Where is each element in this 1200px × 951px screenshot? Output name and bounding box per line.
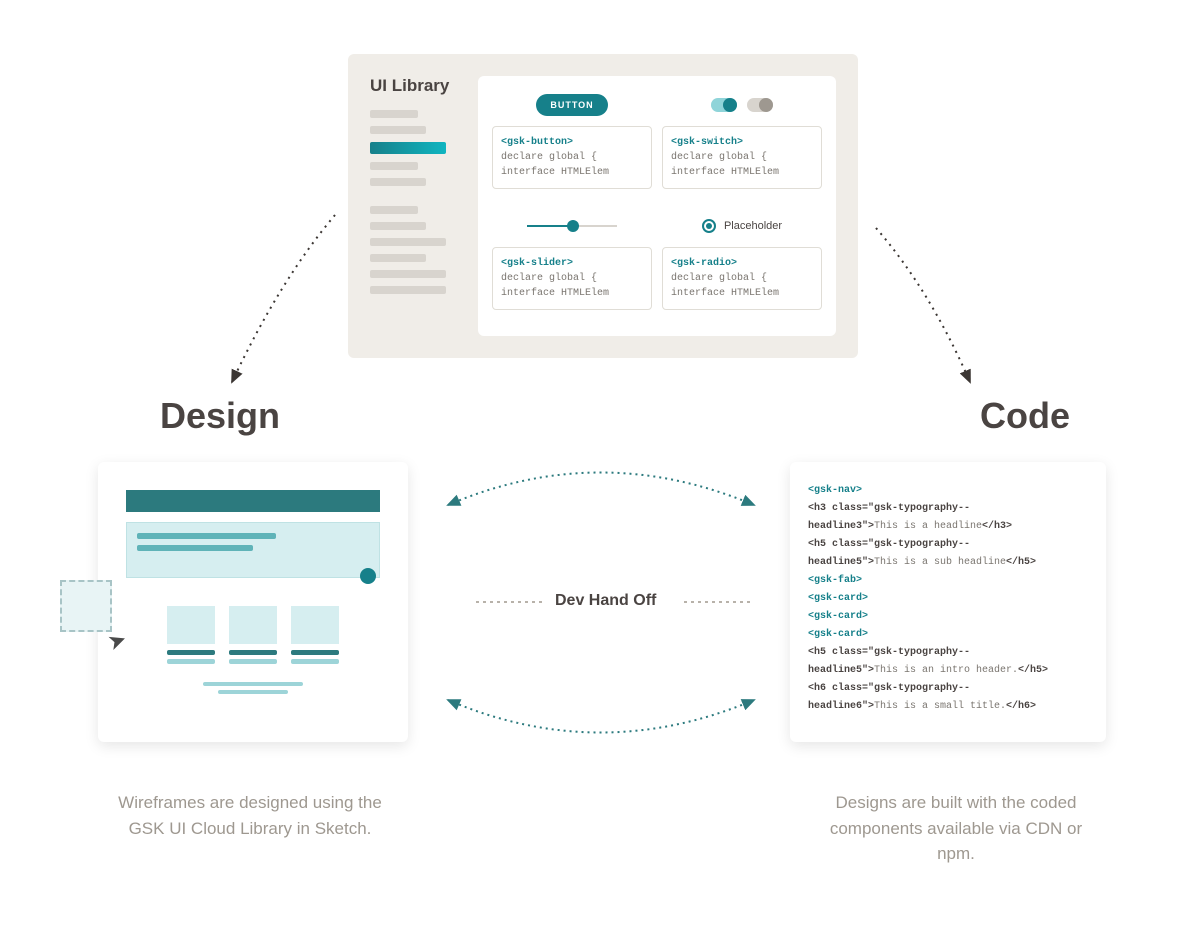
drag-component-box [60,580,112,632]
wireframe-line [137,533,276,539]
component-preview-slider [492,211,652,241]
arrow-design-code-top-icon [448,473,754,506]
wireframe-card [167,606,215,668]
design-caption: Wireframes are designed using the GSK UI… [110,790,390,841]
component-tag: <gsk-button> [501,135,643,150]
wireframe-footer [126,682,380,694]
code-line: headline3">This is a headline</h3> [808,518,1088,536]
switch-off-icon [747,98,773,112]
radio-icon [702,219,716,233]
component-card: <gsk-radio> declare global { interface H… [662,247,822,310]
slider-thumb-icon [567,220,579,232]
sidebar-placeholder-bar [370,254,426,262]
wireframe-nav [126,490,380,512]
code-line: <gsk-card> [808,626,1088,644]
wireframe-card-line [167,650,215,655]
switch-on-icon [711,98,737,112]
dev-handoff-label: Dev Hand Off [555,592,656,610]
sidebar-placeholder-bar [370,286,446,294]
wireframe-card-image [229,606,277,644]
code-line: <h3 class="gsk-typography-- [808,500,1088,518]
code-line: <gsk-nav> [808,482,1088,500]
component-tag: <gsk-slider> [501,256,643,271]
button-pill-icon: BUTTON [536,94,607,116]
component-cell-button: BUTTON <gsk-button> declare global { int… [492,90,652,201]
component-card: <gsk-button> declare global { interface … [492,126,652,189]
slider-track-icon [527,225,617,227]
ui-library-sidebar: UI Library [370,76,460,336]
sidebar-placeholder-bar [370,178,426,186]
wireframe-cards-row [126,606,380,668]
component-cell-switch: <gsk-switch> declare global { interface … [662,90,822,201]
ui-library-grid: BUTTON <gsk-button> declare global { int… [478,76,836,336]
wireframe-fab-icon [360,568,376,584]
component-card: <gsk-slider> declare global { interface … [492,247,652,310]
component-cell-radio: Placeholder <gsk-radio> declare global {… [662,211,822,322]
ui-library-panel: UI Library BUTTON <gsk-button> declare g… [348,54,858,358]
component-preview-switch [662,90,822,120]
arrow-design-code-bottom-icon [448,700,754,733]
wireframe-card [291,606,339,668]
component-code: interface HTMLElem [501,286,643,301]
wireframe-card-image [167,606,215,644]
code-line: <gsk-card> [808,608,1088,626]
wireframe-footer-line [203,682,303,686]
wireframe-card-line [291,659,339,664]
component-preview-button: BUTTON [492,90,652,120]
wireframe-card-line [167,659,215,664]
component-code: declare global { [501,271,643,286]
code-line: headline5">This is a sub headline</h5> [808,554,1088,572]
wireframe-card-line [229,659,277,664]
component-code: interface HTMLElem [671,286,813,301]
wireframe-card [229,606,277,668]
code-caption: Designs are built with the coded compone… [816,790,1096,867]
sidebar-placeholder-bar [370,162,418,170]
component-code: interface HTMLElem [671,165,813,180]
code-line: <h6 class="gsk-typography-- [808,680,1088,698]
sidebar-placeholder-bar [370,270,446,278]
component-code: declare global { [501,150,643,165]
component-code: declare global { [671,150,813,165]
component-tag: <gsk-switch> [671,135,813,150]
wireframe-line [137,545,253,551]
sidebar-active-bar [370,142,446,154]
sidebar-placeholder-bar [370,222,426,230]
sidebar-placeholder-bar [370,110,418,118]
sidebar-placeholder-bar [370,206,418,214]
code-line: <h5 class="gsk-typography-- [808,536,1088,554]
code-panel: <gsk-nav><h3 class="gsk-typography--head… [790,462,1106,742]
code-line: headline5">This is an intro header.</h5> [808,662,1088,680]
code-line: headline6">This is a small title.</h6> [808,698,1088,716]
sidebar-placeholder-bar [370,126,426,134]
component-cell-slider: <gsk-slider> declare global { interface … [492,211,652,322]
wireframe-footer-line [218,690,288,694]
ui-library-title: UI Library [370,76,460,96]
wireframe-hero [126,522,380,578]
design-heading: Design [160,395,280,437]
design-panel [98,462,408,742]
code-line: <h5 class="gsk-typography-- [808,644,1088,662]
sidebar-placeholder-bar [370,238,446,246]
arrow-uilib-to-code-icon [876,228,970,382]
wireframe-card-line [291,650,339,655]
component-card: <gsk-switch> declare global { interface … [662,126,822,189]
component-tag: <gsk-radio> [671,256,813,271]
wireframe-card-line [229,650,277,655]
component-code: interface HTMLElem [501,165,643,180]
component-code: declare global { [671,271,813,286]
radio-label: Placeholder [724,220,782,232]
code-line: <gsk-fab> [808,572,1088,590]
arrow-uilib-to-design-icon [232,215,335,382]
wireframe-card-image [291,606,339,644]
code-line: <gsk-card> [808,590,1088,608]
component-preview-radio: Placeholder [662,211,822,241]
code-heading: Code [980,395,1070,437]
